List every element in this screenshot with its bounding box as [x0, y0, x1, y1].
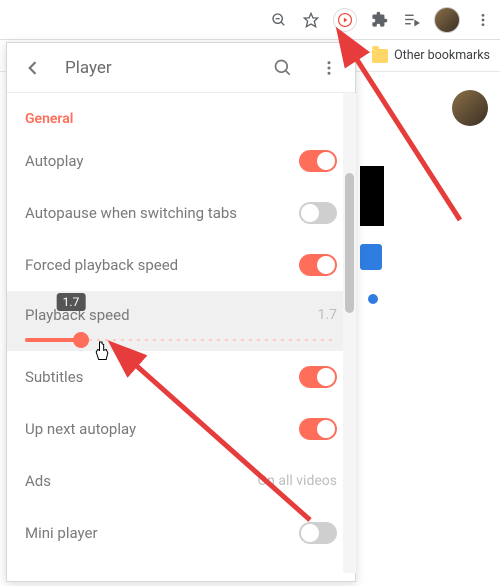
panel-header: Player	[7, 43, 355, 93]
puzzle-icon[interactable]	[370, 11, 388, 29]
panel-body: General Autoplay Autopause when switchin…	[7, 93, 355, 581]
panel-title: Player	[59, 58, 257, 78]
speed-slider[interactable]	[25, 338, 337, 342]
label-autoplay: Autoplay	[25, 152, 84, 170]
row-up-next[interactable]: Up next autoplay	[7, 403, 355, 455]
label-ads: Ads	[25, 472, 51, 490]
background-block	[360, 166, 384, 226]
toggle-mini[interactable]	[299, 522, 337, 544]
background-dot	[368, 294, 378, 304]
browser-toolbar	[0, 0, 500, 40]
back-icon[interactable]	[13, 48, 53, 88]
folder-icon	[372, 49, 388, 63]
other-bookmarks-label[interactable]: Other bookmarks	[394, 48, 490, 63]
value-playback-speed: 1.7	[318, 307, 337, 323]
row-playback-speed[interactable]: Playback speed 1.7 1.7	[7, 291, 355, 351]
background-button	[360, 244, 382, 270]
extension-panel: Player General Autoplay Autopause when s…	[6, 42, 356, 582]
background-page: i	[356, 74, 500, 584]
toggle-subtitles[interactable]	[299, 366, 337, 388]
label-forced-speed: Forced playback speed	[25, 256, 178, 274]
playlist-icon[interactable]	[402, 11, 420, 29]
label-up-next: Up next autoplay	[25, 420, 136, 438]
search-icon[interactable]	[263, 48, 303, 88]
label-autopause: Autopause when switching tabs	[25, 204, 237, 222]
star-icon[interactable]	[302, 11, 320, 29]
scrollbar-thumb[interactable]	[345, 173, 354, 313]
panel-scrollbar[interactable]	[343, 93, 356, 573]
zoom-out-icon[interactable]	[270, 11, 288, 29]
row-autoplay[interactable]: Autoplay	[7, 135, 355, 187]
extension-icon[interactable]	[334, 9, 356, 31]
label-subtitles: Subtitles	[25, 368, 83, 386]
slider-tooltip: 1.7	[57, 293, 86, 311]
row-subtitles[interactable]: Subtitles	[7, 351, 355, 403]
toggle-autopause[interactable]	[299, 202, 337, 224]
more-dots-icon[interactable]	[309, 48, 349, 88]
row-ads[interactable]: Ads On all videos	[7, 455, 355, 507]
value-ads: On all videos	[258, 473, 337, 489]
label-mini: Mini player	[25, 524, 98, 542]
toggle-autoplay[interactable]	[299, 150, 337, 172]
page-avatar-icon	[452, 90, 488, 126]
row-autopause[interactable]: Autopause when switching tabs	[7, 187, 355, 239]
toggle-up-next[interactable]	[299, 418, 337, 440]
toggle-forced-speed[interactable]	[299, 254, 337, 276]
row-mini-player[interactable]: Mini player	[7, 507, 355, 559]
profile-avatar[interactable]	[434, 7, 460, 33]
row-forced-speed[interactable]: Forced playback speed	[7, 239, 355, 291]
section-general: General	[7, 93, 355, 135]
menu-dots-icon[interactable]	[474, 11, 492, 29]
